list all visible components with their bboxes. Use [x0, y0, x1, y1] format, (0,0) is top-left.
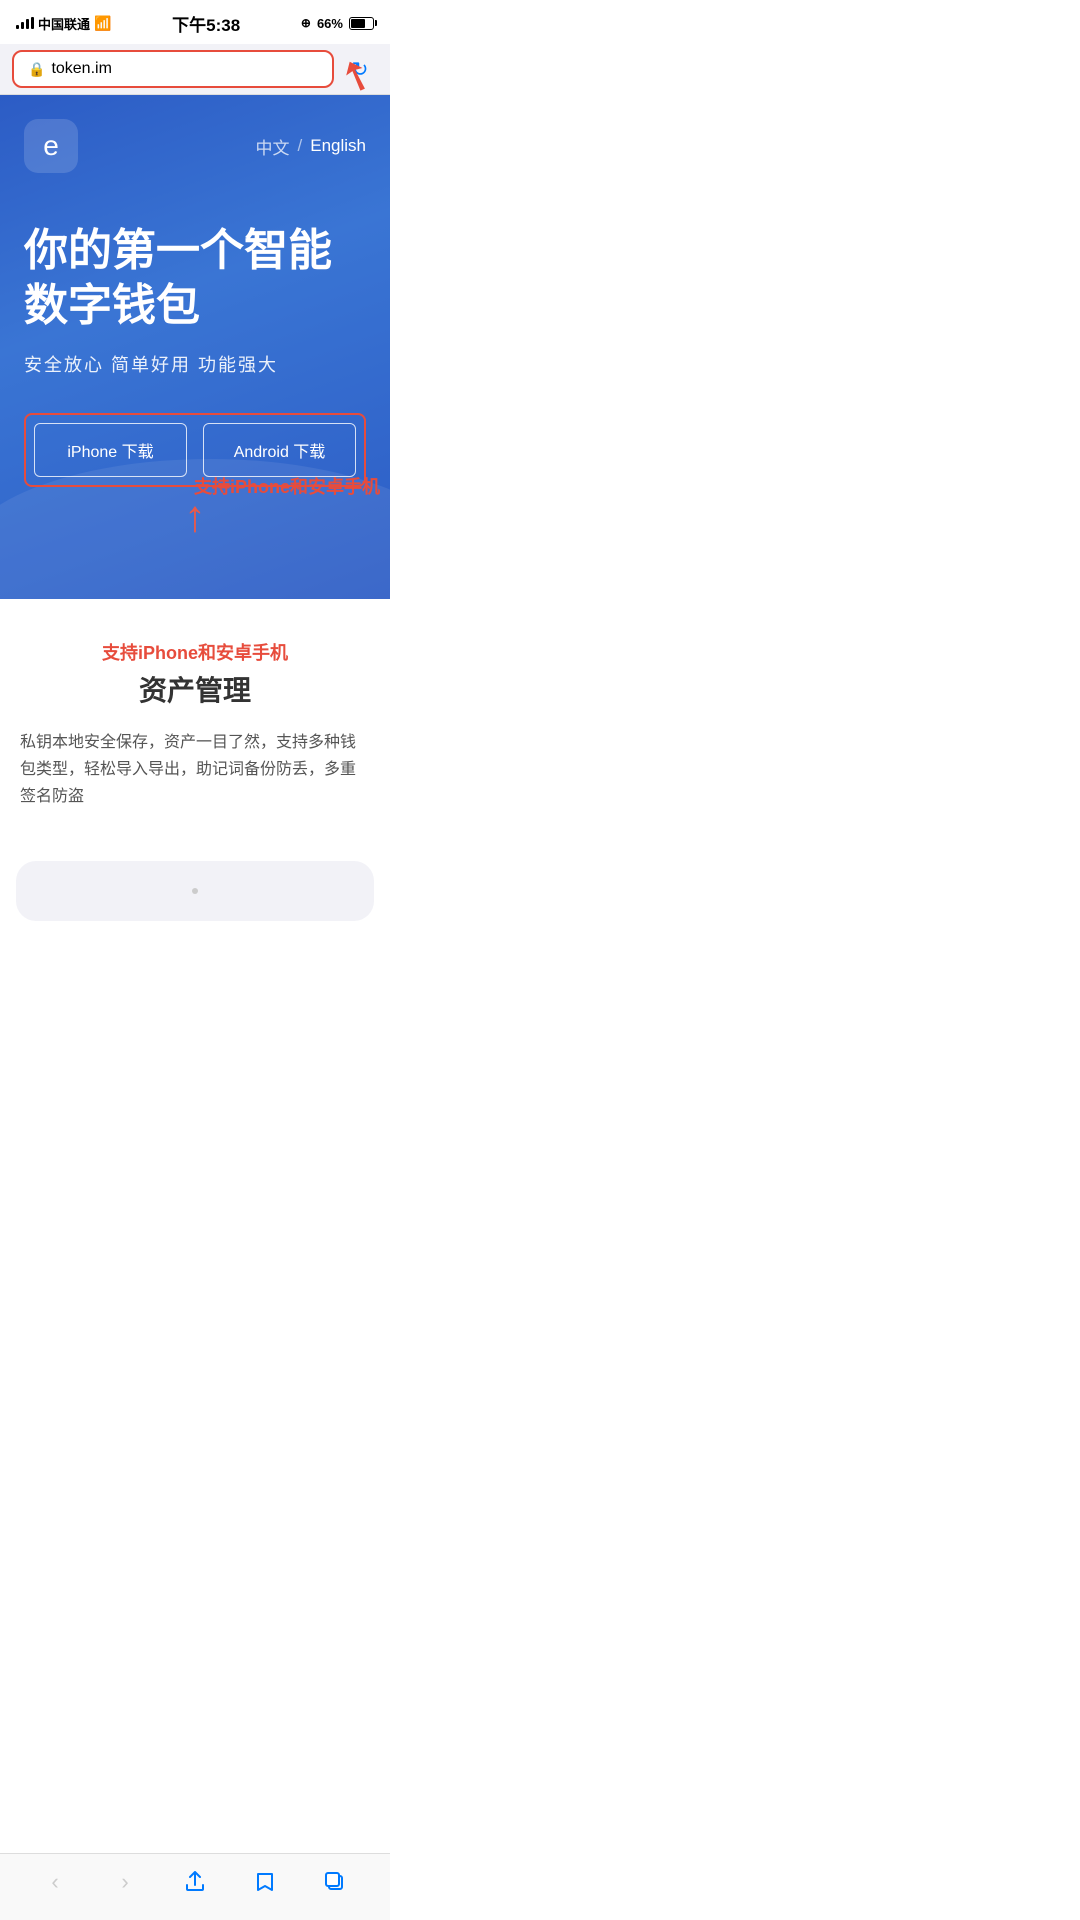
- support-annotation-top: 支持iPhone和安卓手机: [20, 639, 370, 665]
- lock-status-icon: ⊕: [301, 16, 311, 30]
- status-bar: 中国联通 📶 下午5:38 ⊕ 66%: [0, 0, 390, 44]
- carrier-label: 中国联通: [38, 14, 90, 33]
- bottom-spacer: [0, 921, 390, 1001]
- status-right: ⊕ 66%: [301, 16, 374, 31]
- status-left: 中国联通 📶: [16, 14, 111, 33]
- battery-percent: 66%: [317, 16, 343, 31]
- battery-icon: [349, 17, 374, 30]
- signal-bar-2: [21, 22, 24, 29]
- battery-indicator: [349, 17, 374, 30]
- time-display: 下午5:38: [172, 11, 240, 36]
- signal-bar-4: [31, 17, 34, 29]
- lang-chinese[interactable]: 中文: [256, 134, 290, 159]
- signal-bar-3: [26, 19, 29, 29]
- logo-char: e: [43, 130, 59, 162]
- browser-chrome: 🔒 token.im ↻: [0, 44, 390, 95]
- battery-fill: [351, 19, 365, 28]
- signal-bars: [16, 17, 34, 29]
- lang-english[interactable]: English: [310, 136, 366, 156]
- card-peek: [16, 861, 374, 921]
- content-section: 支持iPhone和安卓手机 资产管理 私钥本地安全保存，资产一目了然，支持多种钱…: [0, 599, 390, 841]
- download-buttons-row: iPhone 下载 Android 下载: [34, 423, 356, 477]
- url-text: token.im: [51, 60, 111, 78]
- hero-subtitle: 安全放心 简单好用 功能强大: [24, 351, 366, 377]
- hero-nav: e 中文 / English: [24, 119, 366, 173]
- card-peek-dot: [192, 888, 198, 894]
- android-download-button[interactable]: Android 下载: [203, 423, 356, 477]
- page-wrapper: 中国联通 📶 下午5:38 ⊕ 66% 🔒 token.im ↻ ➚ 官网地址: [0, 0, 390, 1001]
- ios-download-button[interactable]: iPhone 下载: [34, 423, 187, 477]
- download-buttons-wrapper: iPhone 下载 Android 下载: [24, 413, 366, 487]
- section-description: 私钥本地安全保存，资产一目了然，支持多种钱包类型，轻松导入导出，助记词备份防丢，…: [20, 729, 370, 811]
- section-title: 资产管理: [20, 669, 370, 709]
- hero-title: 你的第一个智能数字钱包: [24, 223, 366, 333]
- down-arrow-annotation: ↑: [24, 495, 366, 539]
- lang-divider: /: [298, 136, 303, 156]
- app-logo: e: [24, 119, 78, 173]
- refresh-button[interactable]: ↻: [342, 51, 378, 87]
- lock-icon: 🔒: [28, 61, 45, 78]
- address-bar[interactable]: 🔒 token.im: [12, 50, 334, 88]
- signal-bar-1: [16, 25, 19, 29]
- hero-section: e 中文 / English 你的第一个智能数字钱包 安全放心 简单好用 功能强…: [0, 95, 390, 599]
- language-switcher: 中文 / English: [256, 134, 367, 159]
- wifi-icon: 📶: [94, 15, 111, 32]
